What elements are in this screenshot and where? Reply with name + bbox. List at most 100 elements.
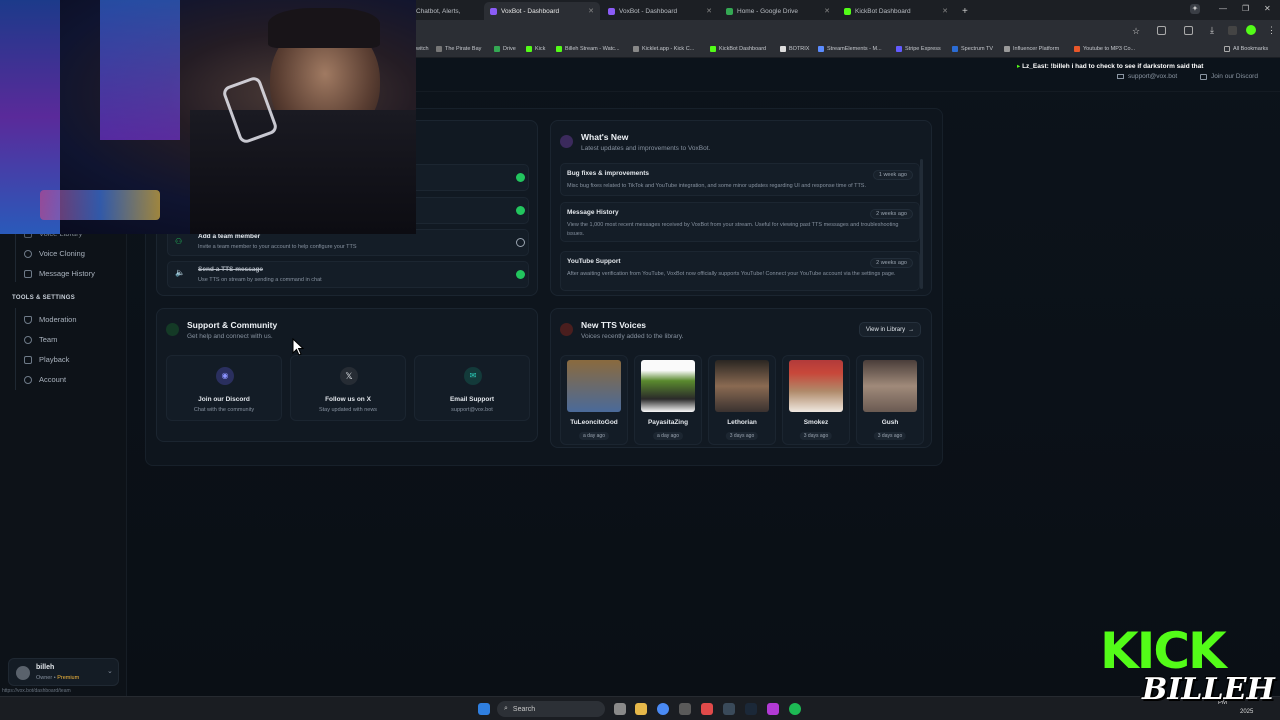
close-tab-icon[interactable]: ✕ bbox=[942, 7, 948, 15]
voice-card[interactable]: Smokez 3 days ago bbox=[782, 355, 850, 445]
download-icon[interactable]: ⤓ bbox=[1210, 25, 1214, 36]
sidebar-item-team[interactable]: Team bbox=[24, 335, 57, 344]
status-url: https://vox.bot/dashboard/team bbox=[2, 688, 71, 694]
history-icon bbox=[24, 269, 32, 278]
browser-tab[interactable]: VoxBot - Dashboard ✕ bbox=[602, 2, 718, 20]
minimize-icon[interactable]: — bbox=[1219, 4, 1227, 13]
bookmark[interactable]: Youtube to MP3 Co... bbox=[1074, 46, 1135, 52]
close-tab-icon[interactable]: ✕ bbox=[824, 7, 830, 15]
app-icon[interactable] bbox=[679, 703, 691, 715]
menu-icon[interactable]: ⋮ bbox=[1267, 25, 1276, 36]
sidebar-item-label: Moderation bbox=[39, 315, 77, 324]
sidebar-divider bbox=[15, 308, 16, 390]
maximize-icon[interactable]: ❐ bbox=[1242, 4, 1249, 13]
close-tab-icon[interactable]: ✕ bbox=[588, 7, 594, 15]
browser-tab[interactable]: KickBot Dashboard ✕ bbox=[838, 2, 954, 20]
voice-card[interactable]: Gush 3 days ago bbox=[856, 355, 924, 445]
sidebar-item-voice-cloning[interactable]: Voice Cloning bbox=[24, 249, 85, 258]
x-tile[interactable]: 𝕏 Follow us on X Stay updated with news bbox=[290, 355, 406, 421]
bookmark[interactable]: BOTRIX bbox=[780, 46, 809, 52]
bookmark[interactable]: Billeh Stream - Watc... bbox=[556, 46, 620, 52]
star-icon[interactable]: ☆ bbox=[1132, 26, 1140, 37]
kick-icon bbox=[526, 46, 532, 52]
voice-card[interactable]: TuLeoncitoGod a day ago bbox=[560, 355, 628, 445]
obs-icon[interactable] bbox=[767, 703, 779, 715]
voice-avatar bbox=[641, 360, 695, 412]
taskbar-search[interactable]: ⌕ Search bbox=[497, 701, 605, 717]
sidebar-item-moderation[interactable]: Moderation bbox=[24, 315, 77, 324]
voxbot-favicon-icon bbox=[490, 7, 497, 15]
bookmark[interactable]: witch bbox=[416, 46, 429, 52]
kick-favicon-icon bbox=[844, 7, 851, 15]
bookmark[interactable]: Stripe Express bbox=[896, 46, 941, 52]
card-subtitle: Get help and connect with us. bbox=[187, 333, 273, 340]
bookmark[interactable]: Drive bbox=[494, 46, 516, 52]
discord-tile[interactable]: ◉ Join our Discord Chat with the communi… bbox=[166, 355, 282, 421]
sidepanel-icon[interactable] bbox=[1184, 26, 1193, 35]
bookmark-label: Influencer Platform bbox=[1013, 46, 1060, 52]
user-tier: Premium bbox=[57, 675, 80, 681]
mouse-cursor-icon bbox=[292, 338, 304, 356]
sidebar-item-label: Team bbox=[39, 335, 58, 344]
sidebar-item-message-history[interactable]: Message History bbox=[24, 269, 95, 278]
discord-icon: ◉ bbox=[216, 367, 234, 385]
voice-card[interactable]: Lethorian 3 days ago bbox=[708, 355, 776, 445]
voice-avatar bbox=[567, 360, 621, 412]
app-icon[interactable] bbox=[723, 703, 735, 715]
close-tab-icon[interactable]: ✕ bbox=[706, 7, 712, 15]
bookmark-label: All Bookmarks bbox=[1233, 46, 1269, 52]
steam-icon[interactable] bbox=[745, 703, 757, 715]
voice-clone-icon bbox=[24, 249, 32, 258]
bookmark[interactable]: Kicklet.app - Kick C... bbox=[633, 46, 694, 52]
bookmark[interactable]: The Pirate Bay bbox=[436, 46, 481, 52]
voice-age: a day ago bbox=[579, 432, 609, 440]
chat-message: : !billeh i had to check to see if darks… bbox=[1046, 63, 1204, 70]
voice-age: 3 days ago bbox=[799, 432, 833, 440]
browser-tab-active[interactable]: VoxBot - Dashboard ✕ bbox=[484, 2, 600, 20]
checklist-desc: Use TTS on stream by sending a command i… bbox=[198, 277, 322, 283]
sidebar-item-account[interactable]: Account bbox=[24, 375, 66, 384]
file-explorer-icon[interactable] bbox=[635, 703, 647, 715]
bookmark[interactable]: StreamElements - M... bbox=[818, 46, 882, 52]
update-title: YouTube Support bbox=[567, 258, 621, 265]
close-window-icon[interactable]: ✕ bbox=[1264, 4, 1271, 13]
windows-start-icon[interactable] bbox=[478, 703, 490, 715]
bookmark[interactable]: Kick bbox=[526, 46, 545, 52]
bookmark[interactable]: Influencer Platform bbox=[1004, 46, 1059, 52]
bookmark[interactable]: KickBot Dashboard bbox=[710, 46, 766, 52]
voice-name: TuLeoncitoGod bbox=[570, 419, 618, 426]
app-icon[interactable] bbox=[701, 703, 713, 715]
chrome-icon[interactable] bbox=[657, 703, 669, 715]
extensions-icon[interactable] bbox=[1157, 26, 1166, 35]
chat-user: Lz_East bbox=[1022, 63, 1047, 70]
scrollbar[interactable] bbox=[920, 159, 923, 289]
sidebar-item-playback[interactable]: Playback bbox=[24, 355, 69, 364]
update-item: Bug fixes & improvements 1 week ago Misc… bbox=[560, 163, 920, 196]
discord-link[interactable]: Join our Discord bbox=[1200, 73, 1258, 80]
all-bookmarks[interactable]: All Bookmarks bbox=[1224, 46, 1268, 52]
avatar[interactable] bbox=[1246, 25, 1256, 35]
x-logo-icon: 𝕏 bbox=[340, 367, 358, 385]
tile-subtitle: Stay updated with news bbox=[318, 407, 378, 413]
voice-card[interactable]: PayasitaZing a day ago bbox=[634, 355, 702, 445]
webcam-overlay bbox=[0, 0, 416, 234]
user-menu[interactable]: billeh Owner • Premium ⌄ bbox=[8, 658, 119, 686]
checklist-item[interactable]: 🔈 Send a TTS message Use TTS on stream b… bbox=[167, 261, 529, 288]
spotify-icon[interactable] bbox=[789, 703, 801, 715]
whats-new-card: What's New Latest updates and improvemen… bbox=[550, 120, 932, 296]
check-icon bbox=[516, 270, 525, 279]
extension-icon[interactable] bbox=[1228, 26, 1237, 35]
support-email-link[interactable]: support@vox.bot bbox=[1117, 73, 1177, 80]
email-tile[interactable]: ✉ Email Support support@vox.bot bbox=[414, 355, 530, 421]
new-tab-button[interactable]: + bbox=[956, 2, 972, 20]
tab-label: VoxBot - Dashboard bbox=[501, 7, 560, 15]
browser-tab[interactable]: Chatbot, Alerts, bbox=[410, 2, 482, 20]
avatar bbox=[16, 666, 30, 680]
profile-icon[interactable]: ✦ bbox=[1190, 4, 1200, 14]
browser-tab[interactable]: Home - Google Drive ✕ bbox=[720, 2, 836, 20]
task-view-icon[interactable] bbox=[614, 703, 626, 715]
bookmark[interactable]: Spectrum TV bbox=[952, 46, 993, 52]
user-role-text: Owner bbox=[36, 675, 53, 681]
chat-icon bbox=[166, 323, 179, 336]
view-library-button[interactable]: View in Library → bbox=[859, 322, 921, 337]
